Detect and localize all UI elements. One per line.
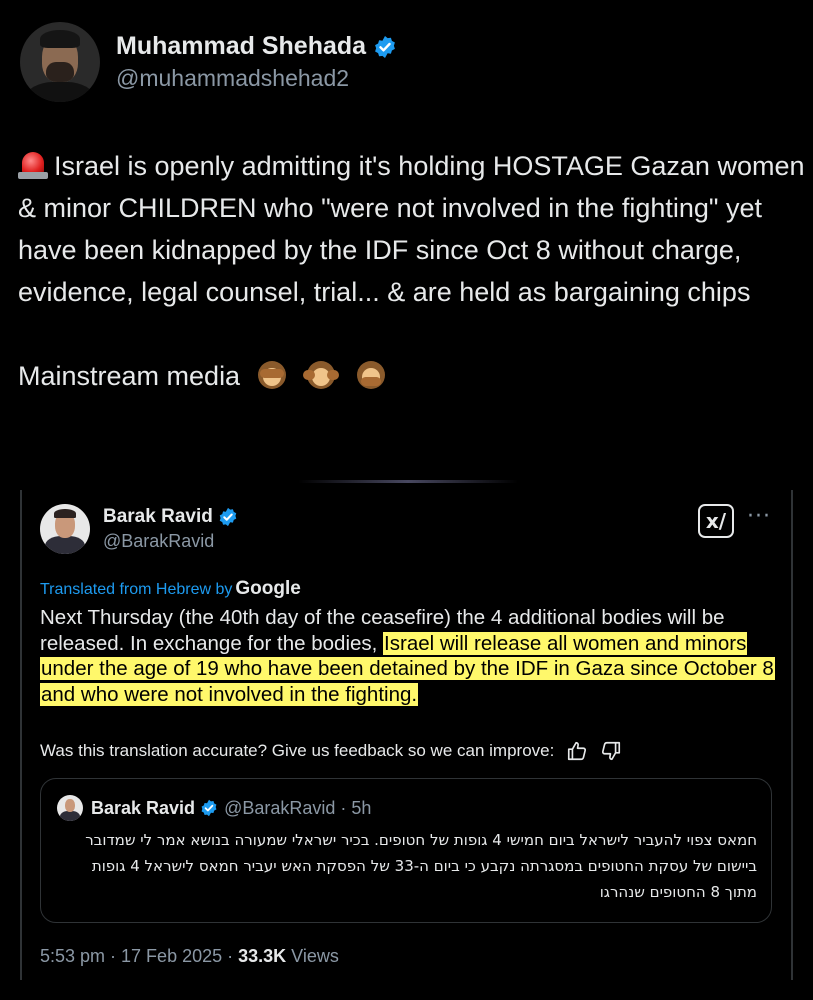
author-name[interactable]: Muhammad Shehada [116, 32, 366, 61]
police-light-icon [18, 150, 48, 180]
verified-badge-icon [201, 799, 217, 817]
embedded-author-name[interactable]: Barak Ravid [103, 506, 213, 528]
quoted-avatar[interactable] [57, 795, 83, 821]
embedded-author-handle[interactable]: @BarakRavid [103, 531, 238, 552]
quoted-tweet[interactable]: Barak Ravid @BarakRavid · 5h חמאס צפוי ל… [40, 778, 772, 923]
quoted-author-name[interactable]: Barak Ravid [91, 798, 195, 819]
quoted-tweet-text: חמאס צפוי להעביר לישראל ביום חמישי 4 גופ… [85, 831, 757, 901]
tweet-text-2: Mainstream media [18, 361, 241, 391]
quoted-author-handle[interactable]: @BarakRavid · 5h [224, 798, 371, 819]
translated-from-label: Translated from Hebrew by [40, 581, 233, 598]
google-logo: Google [235, 578, 301, 599]
tweet-text: Israel is openly admitting it's holding … [18, 151, 805, 307]
verified-badge-icon [375, 35, 395, 58]
translation-notice[interactable]: Translated from Hebrew by Google [40, 578, 301, 600]
embedded-header: Barak Ravid @BarakRavid [40, 504, 238, 554]
thumbs-up-icon[interactable] [566, 740, 588, 762]
verified-badge-icon [219, 507, 237, 527]
divider [298, 480, 518, 483]
thumbs-down-icon[interactable] [600, 740, 622, 762]
timestamp[interactable]: 5:53 pm · 17 Feb 2025 · [40, 946, 238, 966]
see-no-evil-monkey-icon [254, 359, 290, 391]
grok-button[interactable]: x/ [698, 504, 734, 538]
embedded-avatar[interactable] [40, 504, 90, 554]
speak-no-evil-monkey-icon [353, 359, 389, 391]
more-options-button[interactable]: ··· [747, 504, 771, 529]
embedded-tweet-text: Next Thursday (the 40th day of the cease… [40, 605, 780, 707]
tweet-metadata: 5:53 pm · 17 Feb 2025 · 33.3K Views [40, 946, 339, 967]
views-label: Views [286, 946, 339, 966]
hear-no-evil-monkey-icon [303, 359, 340, 391]
quoted-tweet-header: Barak Ravid @BarakRavid · 5h [57, 795, 371, 821]
views-count: 33.3K [238, 946, 287, 966]
author-handle[interactable]: @muhammadshehad2 [116, 65, 397, 92]
tweet-body: Israel is openly admitting it's holding … [18, 145, 808, 397]
translation-feedback: Was this translation accurate? Give us f… [40, 740, 622, 762]
feedback-label: Was this translation accurate? Give us f… [40, 741, 555, 760]
author-avatar[interactable] [20, 22, 100, 102]
tweet-header: Muhammad Shehada @muhammadshehad2 [20, 22, 397, 102]
embedded-tweet-card[interactable]: Barak Ravid @BarakRavid x/ ··· Translate… [20, 490, 793, 980]
